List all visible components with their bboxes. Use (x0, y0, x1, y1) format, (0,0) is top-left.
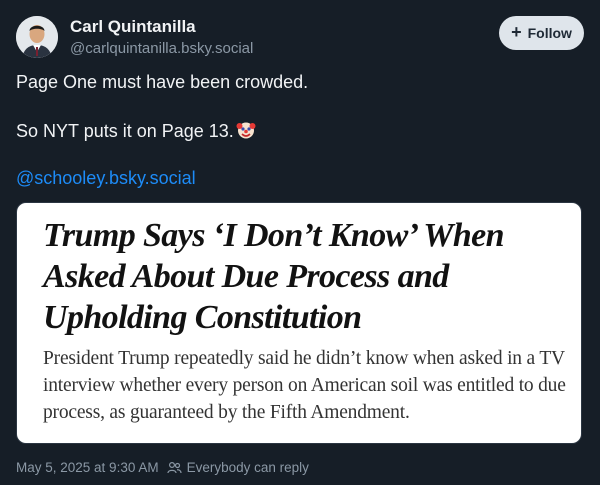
avatar[interactable] (16, 16, 58, 58)
mention-link[interactable]: @schooley.bsky.social (16, 168, 196, 189)
plus-icon: + (511, 22, 522, 42)
article-headline: Trump Says ‘I Don’t Know’ When Asked Abo… (43, 217, 505, 336)
clown-face-icon (236, 122, 256, 139)
people-icon (166, 461, 182, 474)
link-preview-card[interactable]: Trump Says ‘I Don’t Know’ When Asked Abo… (16, 202, 582, 444)
author-name[interactable]: Carl Quintanilla (70, 17, 196, 37)
post-timestamp[interactable]: May 5, 2025 at 9:30 AM (16, 460, 159, 475)
reply-setting-label: Everybody can reply (186, 460, 309, 475)
post-text-line-2-text: So NYT puts it on Page 13. (16, 121, 234, 141)
reply-setting: Everybody can reply (166, 460, 309, 475)
avatar-photo (16, 16, 58, 58)
article-summary: President Trump repeatedly said he didn’… (43, 348, 566, 423)
follow-button[interactable]: + Follow (499, 16, 584, 50)
follow-label: Follow (527, 25, 572, 41)
post-text-line-2: So NYT puts it on Page 13. (16, 120, 256, 142)
post-meta: May 5, 2025 at 9:30 AM Everybody can rep… (16, 460, 309, 475)
author-handle[interactable]: @carlquintanilla.bsky.social (70, 40, 253, 57)
post-text-line-1: Page One must have been crowded. (16, 72, 309, 92)
